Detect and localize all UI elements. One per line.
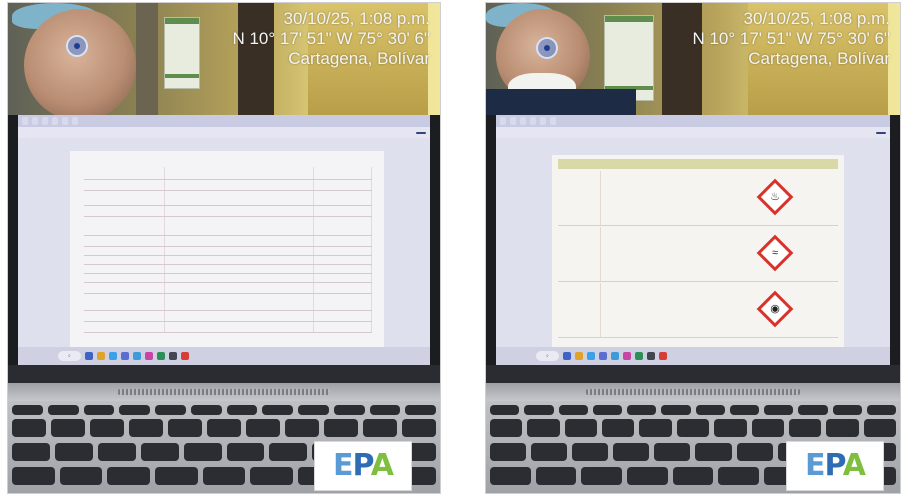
table-row xyxy=(84,311,372,322)
photo-left: 30/10/25, 1:08 p.m. N 10° 17' 51" W 75° … xyxy=(8,3,440,493)
room-scene: 30/10/25, 1:08 p.m. N 10° 17' 51" W 75° … xyxy=(8,3,440,115)
speaker-grille xyxy=(118,389,330,395)
search-icon: ⌕ xyxy=(58,351,81,361)
epa-logo: EPA xyxy=(314,441,412,491)
ghs-table-header xyxy=(558,159,838,169)
gps-overlay: 30/10/25, 1:08 p.m. N 10° 17' 51" W 75° … xyxy=(232,9,430,69)
taskbar: ⌕ xyxy=(496,347,890,365)
table-row xyxy=(84,256,372,265)
table-row xyxy=(84,294,372,311)
screen-bezel xyxy=(486,365,900,385)
coordinates: N 10° 17' 51" W 75° 30' 6" xyxy=(232,29,430,48)
doc-title xyxy=(70,151,384,156)
location: Cartagena, Bolívar xyxy=(748,49,890,68)
table-row xyxy=(84,217,372,236)
person-face xyxy=(24,9,136,115)
flame-hazard-icon: ♨ xyxy=(756,178,794,216)
browser-toolbar xyxy=(18,127,430,138)
camera-focus-icon xyxy=(66,35,88,57)
table-row xyxy=(84,274,372,283)
laptop-screen: ⌕ xyxy=(18,115,430,365)
table-row xyxy=(84,283,372,294)
taskbar: ⌕ xyxy=(18,347,430,365)
epa-logo-text: EPA xyxy=(333,448,394,483)
table-row xyxy=(84,265,372,274)
table-row xyxy=(84,236,372,247)
coordinates: N 10° 17' 51" W 75° 30' 6" xyxy=(692,29,890,48)
browser-toolbar xyxy=(496,127,890,138)
table-row xyxy=(84,247,372,256)
environment-hazard-icon: ≈ xyxy=(756,234,794,272)
ghs-row: ♨ xyxy=(558,171,838,226)
location: Cartagena, Bolívar xyxy=(288,49,430,68)
epa-logo-text: EPA xyxy=(805,448,866,483)
laptop-screen: ♨ ≈ ◉ ⌕ xyxy=(496,115,890,365)
ghs-row: ≈ xyxy=(558,227,838,282)
photo-right: 30/10/25, 1:08 p.m. N 10° 17' 51" W 75° … xyxy=(486,3,900,493)
speaker-grille xyxy=(586,389,800,395)
timestamp: 30/10/25, 1:08 p.m. xyxy=(283,9,431,28)
breadcrumb xyxy=(18,138,430,148)
browser-tabs xyxy=(18,115,430,127)
browser-tabs xyxy=(496,115,890,127)
gps-overlay: 30/10/25, 1:08 p.m. N 10° 17' 51" W 75° … xyxy=(692,9,890,69)
screen-bezel xyxy=(8,365,440,385)
timestamp: 30/10/25, 1:08 p.m. xyxy=(743,9,891,28)
epa-logo: EPA xyxy=(786,441,884,491)
table-row xyxy=(84,180,372,191)
ghs-table: ♨ ≈ ◉ xyxy=(552,155,844,347)
table-row xyxy=(84,322,372,333)
table-row xyxy=(84,191,372,206)
room-scene: 30/10/25, 1:08 p.m. N 10° 17' 51" W 75° … xyxy=(486,3,900,115)
camera-focus-icon xyxy=(536,37,558,59)
breadcrumb xyxy=(496,138,890,148)
document-table xyxy=(70,151,384,347)
search-icon: ⌕ xyxy=(536,351,559,361)
oxidizer-hazard-icon: ◉ xyxy=(756,290,794,328)
table-row xyxy=(84,206,372,217)
ghs-row: ◉ xyxy=(558,283,838,338)
